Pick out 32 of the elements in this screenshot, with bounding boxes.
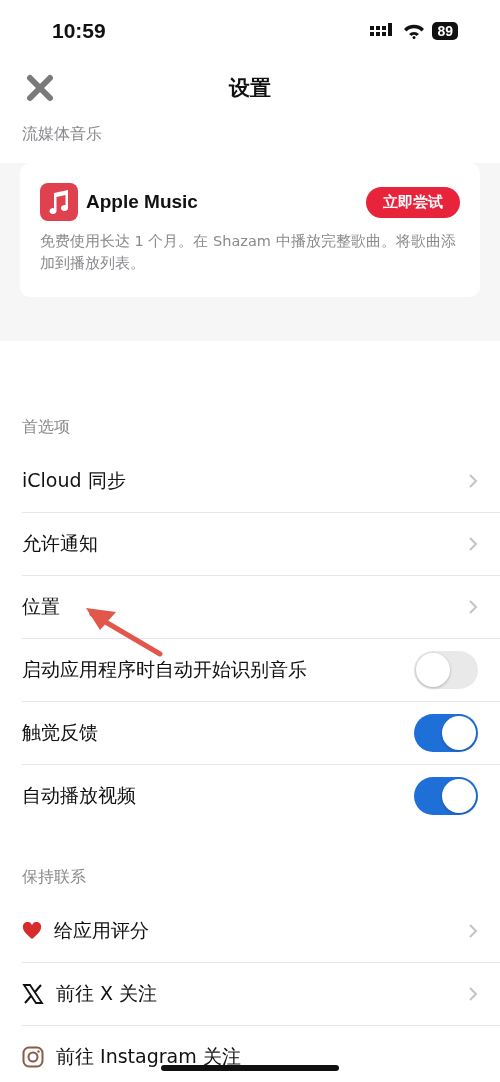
chevron-icon[interactable] [468, 922, 478, 939]
close-icon[interactable] [26, 74, 54, 102]
section-header: 保持联系 [21, 865, 87, 888]
setting-label: 自动播放视频 [22, 782, 136, 808]
heart-icon [22, 921, 42, 940]
toggle-switch[interactable] [414, 650, 478, 689]
music-note-icon [40, 183, 78, 221]
setting-label: 启动应用程序时自动开始识别音乐 [22, 656, 307, 682]
status-time: 10:59 [52, 19, 106, 43]
wifi-icon [403, 23, 426, 39]
chevron-icon[interactable] [468, 985, 478, 1002]
promo-description: 免费使用长达 1 个月。在 Shazam 中播放完整歌曲。将歌曲添加到播放列表。 [40, 232, 457, 273]
chevron-icon[interactable] [468, 472, 478, 489]
chevron-icon[interactable] [468, 535, 478, 552]
toggle-switch[interactable] [414, 776, 478, 815]
setting-label: 允许通知 [22, 530, 98, 556]
setting-label: 位置 [22, 593, 60, 619]
service-name: Apple Music [86, 191, 199, 213]
section-header: 流媒体音乐 [0, 114, 500, 163]
contact-label: 前往 Instagram 关注 [56, 1043, 241, 1069]
camera-outline-icon [22, 1045, 44, 1068]
toggle-switch[interactable] [414, 713, 478, 752]
setting-label: iCloud 同步 [22, 467, 126, 493]
contact-label: 给应用评分 [54, 917, 149, 943]
try-now-button[interactable]: 立即尝试 [366, 186, 460, 218]
contact-label: 前往 X 关注 [56, 980, 158, 1006]
page-title: 设置 [229, 75, 271, 102]
x-logo-icon [22, 982, 44, 1005]
section-header: 首选项 [21, 415, 71, 438]
battery-indicator: 89 [432, 22, 458, 40]
setting-label: 触觉反馈 [22, 719, 98, 745]
chevron-icon[interactable] [468, 598, 478, 615]
